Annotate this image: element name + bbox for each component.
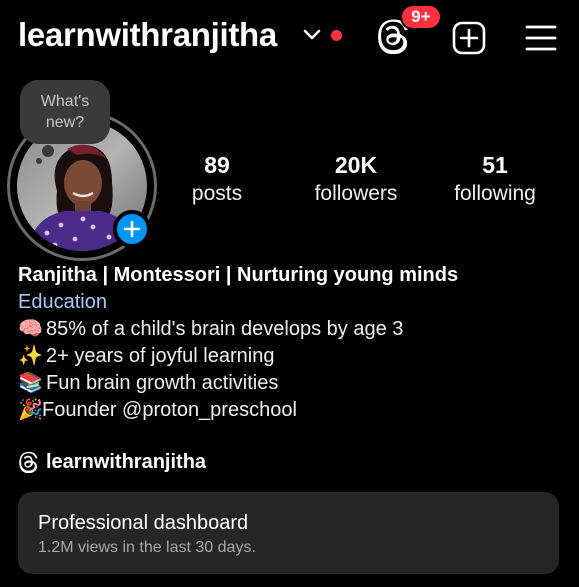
username-title[interactable]: learnwithranjitha [18,16,277,54]
note-tail [42,145,54,157]
following-stat[interactable]: 51 following [440,150,550,208]
threads-icon [19,451,38,473]
bio-line-text: Founder @proton_preschool [42,399,297,421]
notification-badge: 9+ [400,4,442,30]
note-bubble[interactable]: What's new? [20,80,110,144]
bio-section: Ranjitha | Montessori | Nurturing young … [18,262,568,424]
bio-line: 🎉Founder @proton_preschool [18,397,568,424]
notification-dot [331,30,342,41]
threads-profile-link[interactable]: learnwithranjitha [18,449,206,475]
books-emoji-icon: 📚 [18,372,43,394]
party-popper-emoji-icon: 🎉 [18,399,43,421]
followers-label: followers [314,182,398,205]
bio-line-text: 85% of a child's brain develops by age 3 [46,318,404,340]
dashboard-subtitle: 1.2M views in the last 30 days. [38,539,256,556]
bio-line: ✨ 2+ years of joyful learning [18,343,568,370]
posts-stat[interactable]: 89 posts [162,150,272,208]
brain-emoji-icon: 🧠 [18,318,43,340]
chevron-down-icon[interactable] [303,29,321,41]
bio-line-text: 2+ years of joyful learning [46,345,275,367]
bio-line: 📚 Fun brain growth activities [18,370,568,397]
dashboard-title: Professional dashboard [38,512,249,534]
bio-line: 🧠 85% of a child's brain develops by age … [18,316,568,343]
profile-display-name: Ranjitha | Montessori | Nurturing young … [18,264,459,286]
profile-category: Education [18,291,107,313]
posts-count: 89 [204,152,230,178]
posts-label: posts [191,182,243,205]
add-content-icon[interactable] [451,20,487,56]
add-story-button[interactable] [113,210,151,248]
sparkles-emoji-icon: ✨ [18,345,43,367]
bio-line-text: Fun brain growth activities [46,372,279,394]
profile-header: learnwithranjitha 9+ [0,0,579,76]
threads-handle: learnwithranjitha [46,450,207,473]
following-label: following [454,182,536,205]
note-text: What's new? [40,93,90,131]
note-tail-small [36,158,42,164]
following-count: 51 [482,152,508,178]
menu-icon[interactable] [523,20,559,56]
professional-dashboard-card[interactable]: Professional dashboard 1.2M views in the… [18,492,559,574]
followers-stat[interactable]: 20K followers [301,150,411,208]
followers-count: 20K [334,152,378,178]
plus-icon [123,220,141,238]
